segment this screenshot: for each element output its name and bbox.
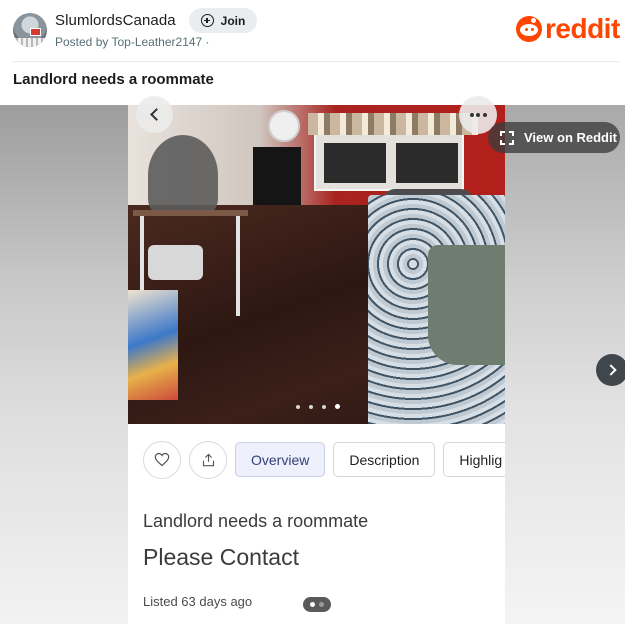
plus-icon — [200, 14, 214, 27]
pager-dot — [319, 602, 324, 607]
media-blur-left — [0, 105, 128, 624]
expand-icon — [500, 130, 514, 145]
more-icon — [469, 113, 474, 117]
share-icon — [202, 453, 214, 466]
reddit-logo[interactable]: reddit — [516, 13, 620, 44]
listing-age: Listed 63 days ago — [143, 594, 253, 609]
view-on-reddit-label: View on Reddit — [524, 130, 617, 145]
post-media[interactable]: Overview Description Highlig Landlord ne… — [0, 105, 625, 624]
join-button[interactable]: Join — [189, 8, 257, 33]
listing-price: Please Contact — [143, 544, 299, 570]
join-label: Join — [220, 13, 246, 28]
photo-dot-active[interactable] — [335, 404, 340, 409]
heart-icon — [154, 452, 170, 467]
chevron-left-icon — [150, 108, 163, 121]
tab-overview[interactable]: Overview — [235, 442, 326, 477]
view-on-reddit-button[interactable]: View on Reddit — [488, 122, 620, 153]
photo-prev-button[interactable] — [136, 96, 173, 133]
share-button[interactable] — [189, 440, 227, 479]
subreddit-name[interactable]: SlumlordsCanada — [55, 12, 176, 29]
next-media-button[interactable] — [596, 354, 625, 386]
chevron-right-icon — [604, 364, 617, 376]
tab-description[interactable]: Description — [333, 442, 436, 477]
subreddit-avatar[interactable] — [13, 13, 47, 47]
photo-dot[interactable] — [296, 404, 300, 409]
photo-dot[interactable] — [322, 404, 326, 409]
flag-icon — [30, 28, 41, 36]
listing-heading: Landlord needs a roommate — [143, 511, 369, 531]
gallery-pager[interactable] — [303, 597, 331, 612]
photo-dot[interactable] — [309, 404, 313, 409]
pager-dot-active — [310, 602, 315, 607]
post-header: SlumlordsCanada Join Posted by Top-Leath… — [0, 0, 625, 62]
reddit-wordmark: reddit — [545, 13, 620, 44]
snoo-icon — [516, 16, 542, 42]
fan-graphic — [268, 110, 300, 142]
listing-screenshot: Overview Description Highlig Landlord ne… — [128, 105, 505, 624]
listing-actions: Overview Description Highlig — [143, 440, 505, 479]
header-divider — [13, 61, 619, 62]
fence-graphic — [13, 38, 47, 47]
post-title: Landlord needs a roommate — [13, 71, 214, 88]
posted-by-text[interactable]: Posted by Top-Leather2147 · — [55, 35, 210, 49]
room-photo — [128, 105, 505, 424]
like-button[interactable] — [143, 440, 181, 479]
tab-highlights[interactable]: Highlig — [443, 442, 505, 477]
photo-dots — [296, 404, 340, 409]
